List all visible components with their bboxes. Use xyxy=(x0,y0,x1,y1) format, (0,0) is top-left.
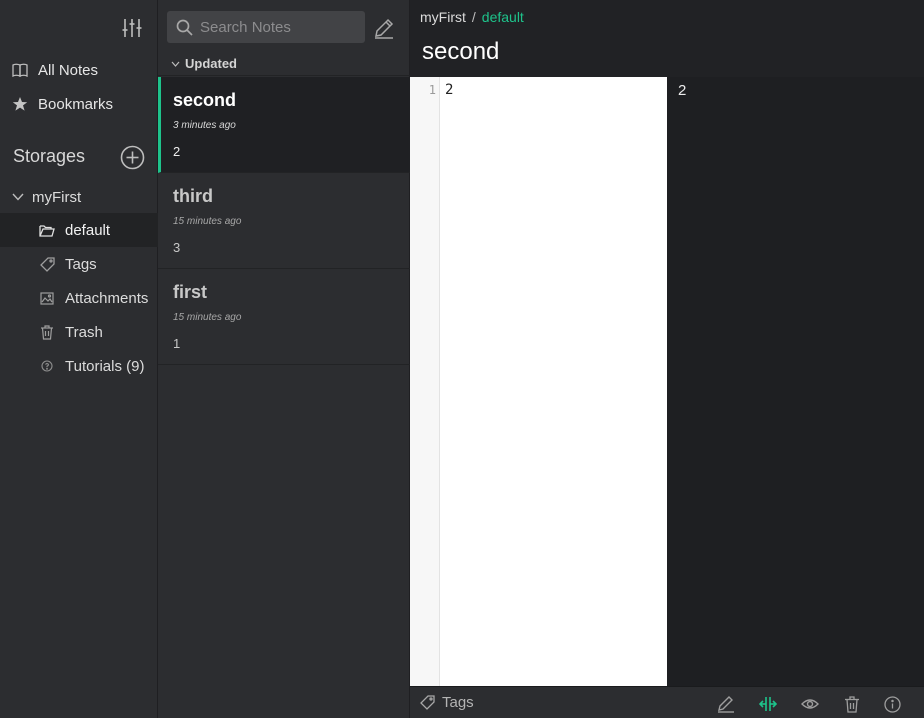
preferences-button[interactable] xyxy=(119,16,145,40)
editor-area: myFirst / default second 1 2 2 Tags xyxy=(410,0,924,718)
sidebar-item-label: Bookmarks xyxy=(38,95,114,113)
note-item-third[interactable]: third 15 minutes ago 3 xyxy=(158,173,410,269)
note-list: Updated second 3 minutes ago 2 third 15 … xyxy=(158,0,410,718)
note-preview: 3 xyxy=(173,240,181,255)
search-input[interactable] xyxy=(200,18,360,36)
sidebar-item-label: Tags xyxy=(65,255,97,273)
tag-icon xyxy=(420,695,435,710)
help-icon xyxy=(38,360,56,372)
trash-icon xyxy=(845,695,859,713)
edit-icon xyxy=(718,696,734,713)
note-item-first[interactable]: first 15 minutes ago 1 xyxy=(158,269,410,365)
folder-item-default[interactable]: default xyxy=(0,213,158,247)
sidebar-item-label: Attachments xyxy=(65,289,149,307)
sidebar-item-bookmarks[interactable]: Bookmarks xyxy=(0,88,158,120)
breadcrumb-storage[interactable]: myFirst xyxy=(420,9,466,25)
note-header: myFirst / default second xyxy=(410,0,924,77)
note-title: second xyxy=(173,90,237,110)
sidebar-item-all-notes[interactable]: All Notes xyxy=(0,54,158,86)
sidebar-item-attachments[interactable]: Attachments xyxy=(0,281,158,315)
tag-icon xyxy=(38,256,56,272)
app-window: All Notes Bookmarks Storages myFirst def… xyxy=(0,0,924,718)
storage-name: myFirst xyxy=(32,188,82,206)
note-title: first xyxy=(173,282,208,302)
tags-label: Tags xyxy=(442,694,474,711)
sidebar: All Notes Bookmarks Storages myFirst def… xyxy=(0,0,158,718)
editor-content[interactable]: 2 xyxy=(445,82,453,98)
edit-mode-button[interactable] xyxy=(716,694,736,714)
storage-myfirst[interactable]: myFirst xyxy=(0,182,158,212)
info-icon xyxy=(883,695,901,713)
note-timestamp: 15 minutes ago xyxy=(173,312,242,323)
note-preview: 2 xyxy=(173,144,181,159)
editor-footer: Tags xyxy=(410,686,924,718)
split-view-button[interactable] xyxy=(758,694,778,714)
folder-open-icon xyxy=(38,224,56,237)
line-gutter: 1 xyxy=(410,77,440,686)
sidebar-item-label: Tutorials (9) xyxy=(65,357,145,375)
pencil-icon xyxy=(375,18,394,39)
markdown-preview: 2 xyxy=(667,77,924,686)
chevron-down-icon xyxy=(171,61,180,67)
sort-selector[interactable]: Updated xyxy=(158,52,410,76)
sidebar-item-tags[interactable]: Tags xyxy=(0,247,158,281)
plus-circle-icon xyxy=(120,145,145,170)
sidebar-item-tutorials[interactable]: Tutorials (9) xyxy=(0,349,158,383)
note-timestamp: 15 minutes ago xyxy=(173,216,242,227)
breadcrumb-folder[interactable]: default xyxy=(482,9,524,25)
note-title: third xyxy=(173,186,213,206)
trash-icon xyxy=(38,324,56,340)
new-note-button[interactable] xyxy=(372,16,396,40)
search-icon xyxy=(176,19,193,36)
book-icon xyxy=(10,63,30,77)
add-storage-button[interactable] xyxy=(120,145,145,170)
note-item-second[interactable]: second 3 minutes ago 2 xyxy=(158,77,410,173)
breadcrumb: myFirst / default xyxy=(420,9,524,25)
sliders-icon xyxy=(122,19,142,37)
star-icon xyxy=(10,96,30,112)
note-preview: 1 xyxy=(173,336,181,351)
note-title-heading[interactable]: second xyxy=(422,38,499,66)
preview-icon xyxy=(801,699,819,709)
breadcrumb-separator: / xyxy=(471,9,476,25)
sort-label: Updated xyxy=(185,56,237,71)
delete-note-button[interactable] xyxy=(842,694,862,714)
sidebar-item-label: All Notes xyxy=(38,61,99,79)
split-view-icon xyxy=(759,697,777,711)
storages-heading: Storages xyxy=(13,146,86,166)
preview-content: 2 xyxy=(678,82,687,99)
image-icon xyxy=(38,291,56,305)
note-timestamp: 3 minutes ago xyxy=(173,120,236,131)
tags-input[interactable]: Tags xyxy=(420,694,474,711)
line-number: 1 xyxy=(428,83,436,97)
chevron-down-icon xyxy=(12,193,24,201)
folder-label: default xyxy=(65,221,111,239)
search-box[interactable] xyxy=(167,11,365,43)
info-button[interactable] xyxy=(882,694,902,714)
sidebar-item-trash[interactable]: Trash xyxy=(0,315,158,349)
sidebar-item-label: Trash xyxy=(65,323,103,341)
preview-mode-button[interactable] xyxy=(800,694,820,714)
code-editor[interactable]: 1 2 xyxy=(410,77,667,686)
